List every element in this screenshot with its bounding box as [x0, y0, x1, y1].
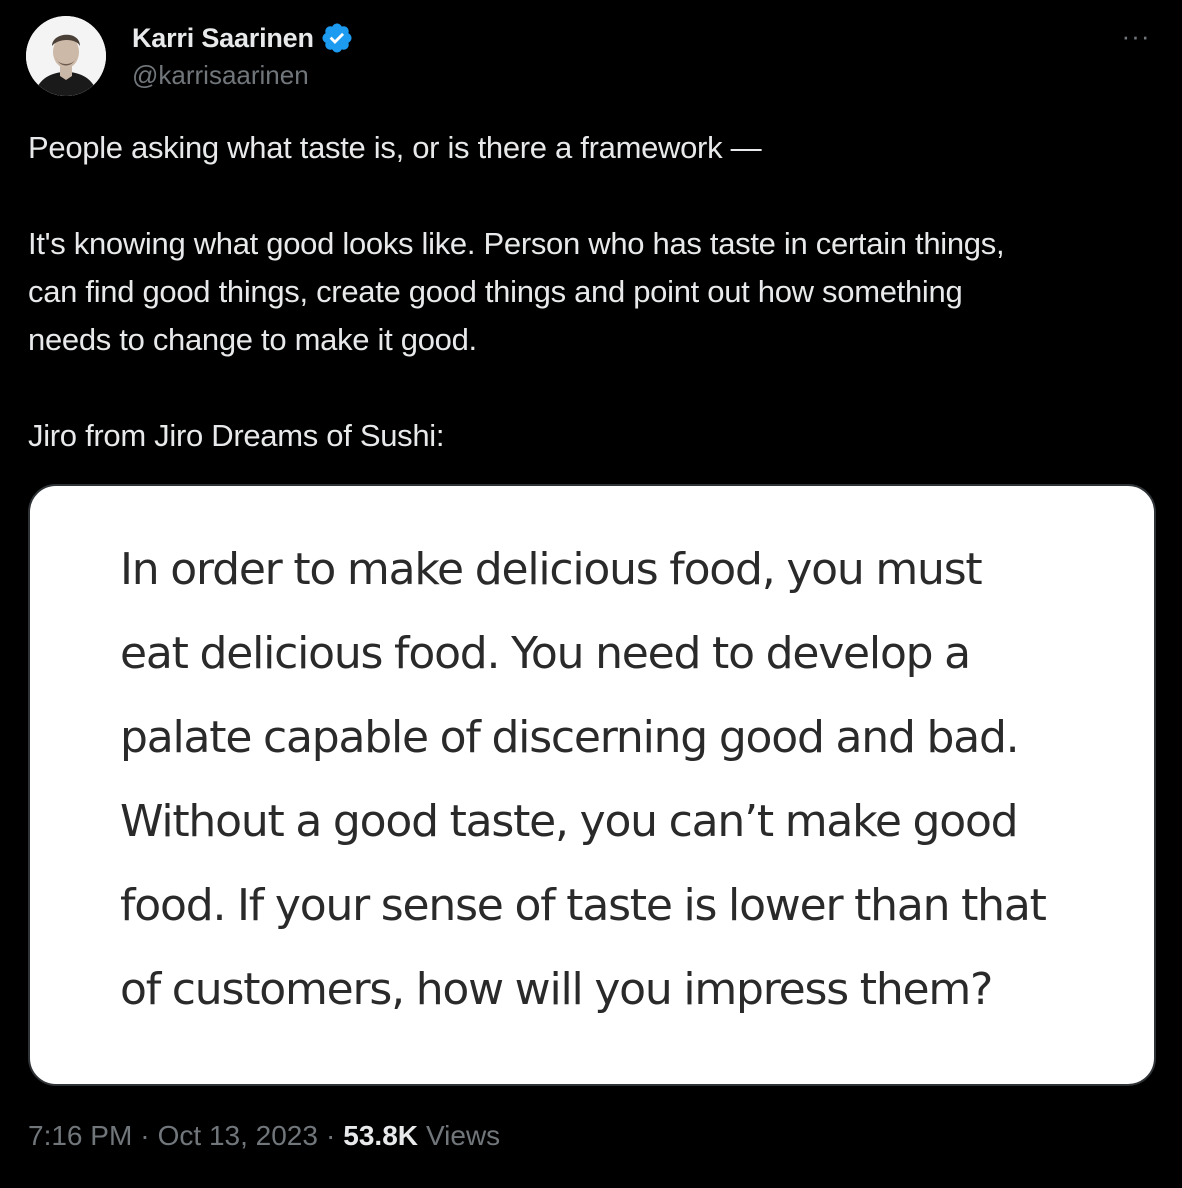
quote-line: eat delicious food. You need to develop … [120, 628, 971, 679]
quote-line: palate capable of discerning good and ba… [120, 712, 1020, 763]
media-quote-text: In order to make delicious food, you mus… [120, 528, 1120, 1032]
name-row: Karri Saarinen [132, 20, 354, 56]
tweet-paragraph: It's knowing what good looks like. Perso… [28, 226, 1005, 357]
quote-line: of customers, how will you impress them? [120, 964, 993, 1015]
tweet-paragraph: Jiro from Jiro Dreams of Sushi: [28, 418, 445, 453]
more-options-icon[interactable]: ··· [1116, 16, 1156, 56]
tweet-header: Karri Saarinen @karrisaarinen ··· [26, 16, 1156, 96]
views-label[interactable]: Views [426, 1120, 500, 1152]
verified-badge-icon[interactable] [320, 21, 354, 55]
tweet-paragraph: People asking what taste is, or is there… [28, 130, 762, 165]
tweet-date[interactable]: Oct 13, 2023 [158, 1120, 318, 1152]
tweet-media-image[interactable]: In order to make delicious food, you mus… [28, 484, 1156, 1086]
tweet-meta: 7:16 PM · Oct 13, 2023 · 53.8K Views [28, 1120, 500, 1152]
author-display-name[interactable]: Karri Saarinen [132, 23, 314, 54]
author-handle[interactable]: @karrisaarinen [132, 60, 354, 91]
quote-line: In order to make delicious food, you mus… [120, 544, 983, 595]
avatar[interactable] [26, 16, 106, 96]
author-block: Karri Saarinen @karrisaarinen [132, 20, 354, 91]
tweet: Karri Saarinen @karrisaarinen ··· People… [0, 0, 1182, 1188]
tweet-time[interactable]: 7:16 PM [28, 1120, 132, 1152]
tweet-text: People asking what taste is, or is there… [28, 124, 1168, 460]
quote-line: food. If your sense of taste is lower th… [120, 880, 1047, 931]
views-count[interactable]: 53.8K [343, 1120, 418, 1152]
meta-separator: · [325, 1120, 336, 1151]
meta-separator: · [140, 1120, 150, 1151]
quote-line: Without a good taste, you can’t make goo… [120, 796, 1019, 847]
